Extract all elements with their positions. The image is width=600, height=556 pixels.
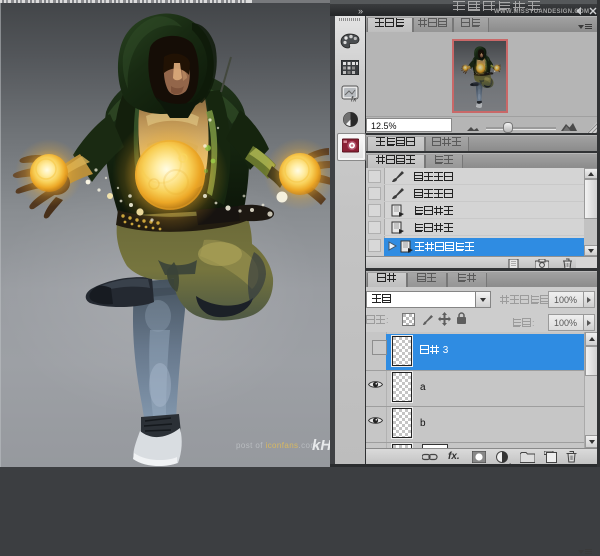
svg-text:fx: fx xyxy=(351,97,357,103)
